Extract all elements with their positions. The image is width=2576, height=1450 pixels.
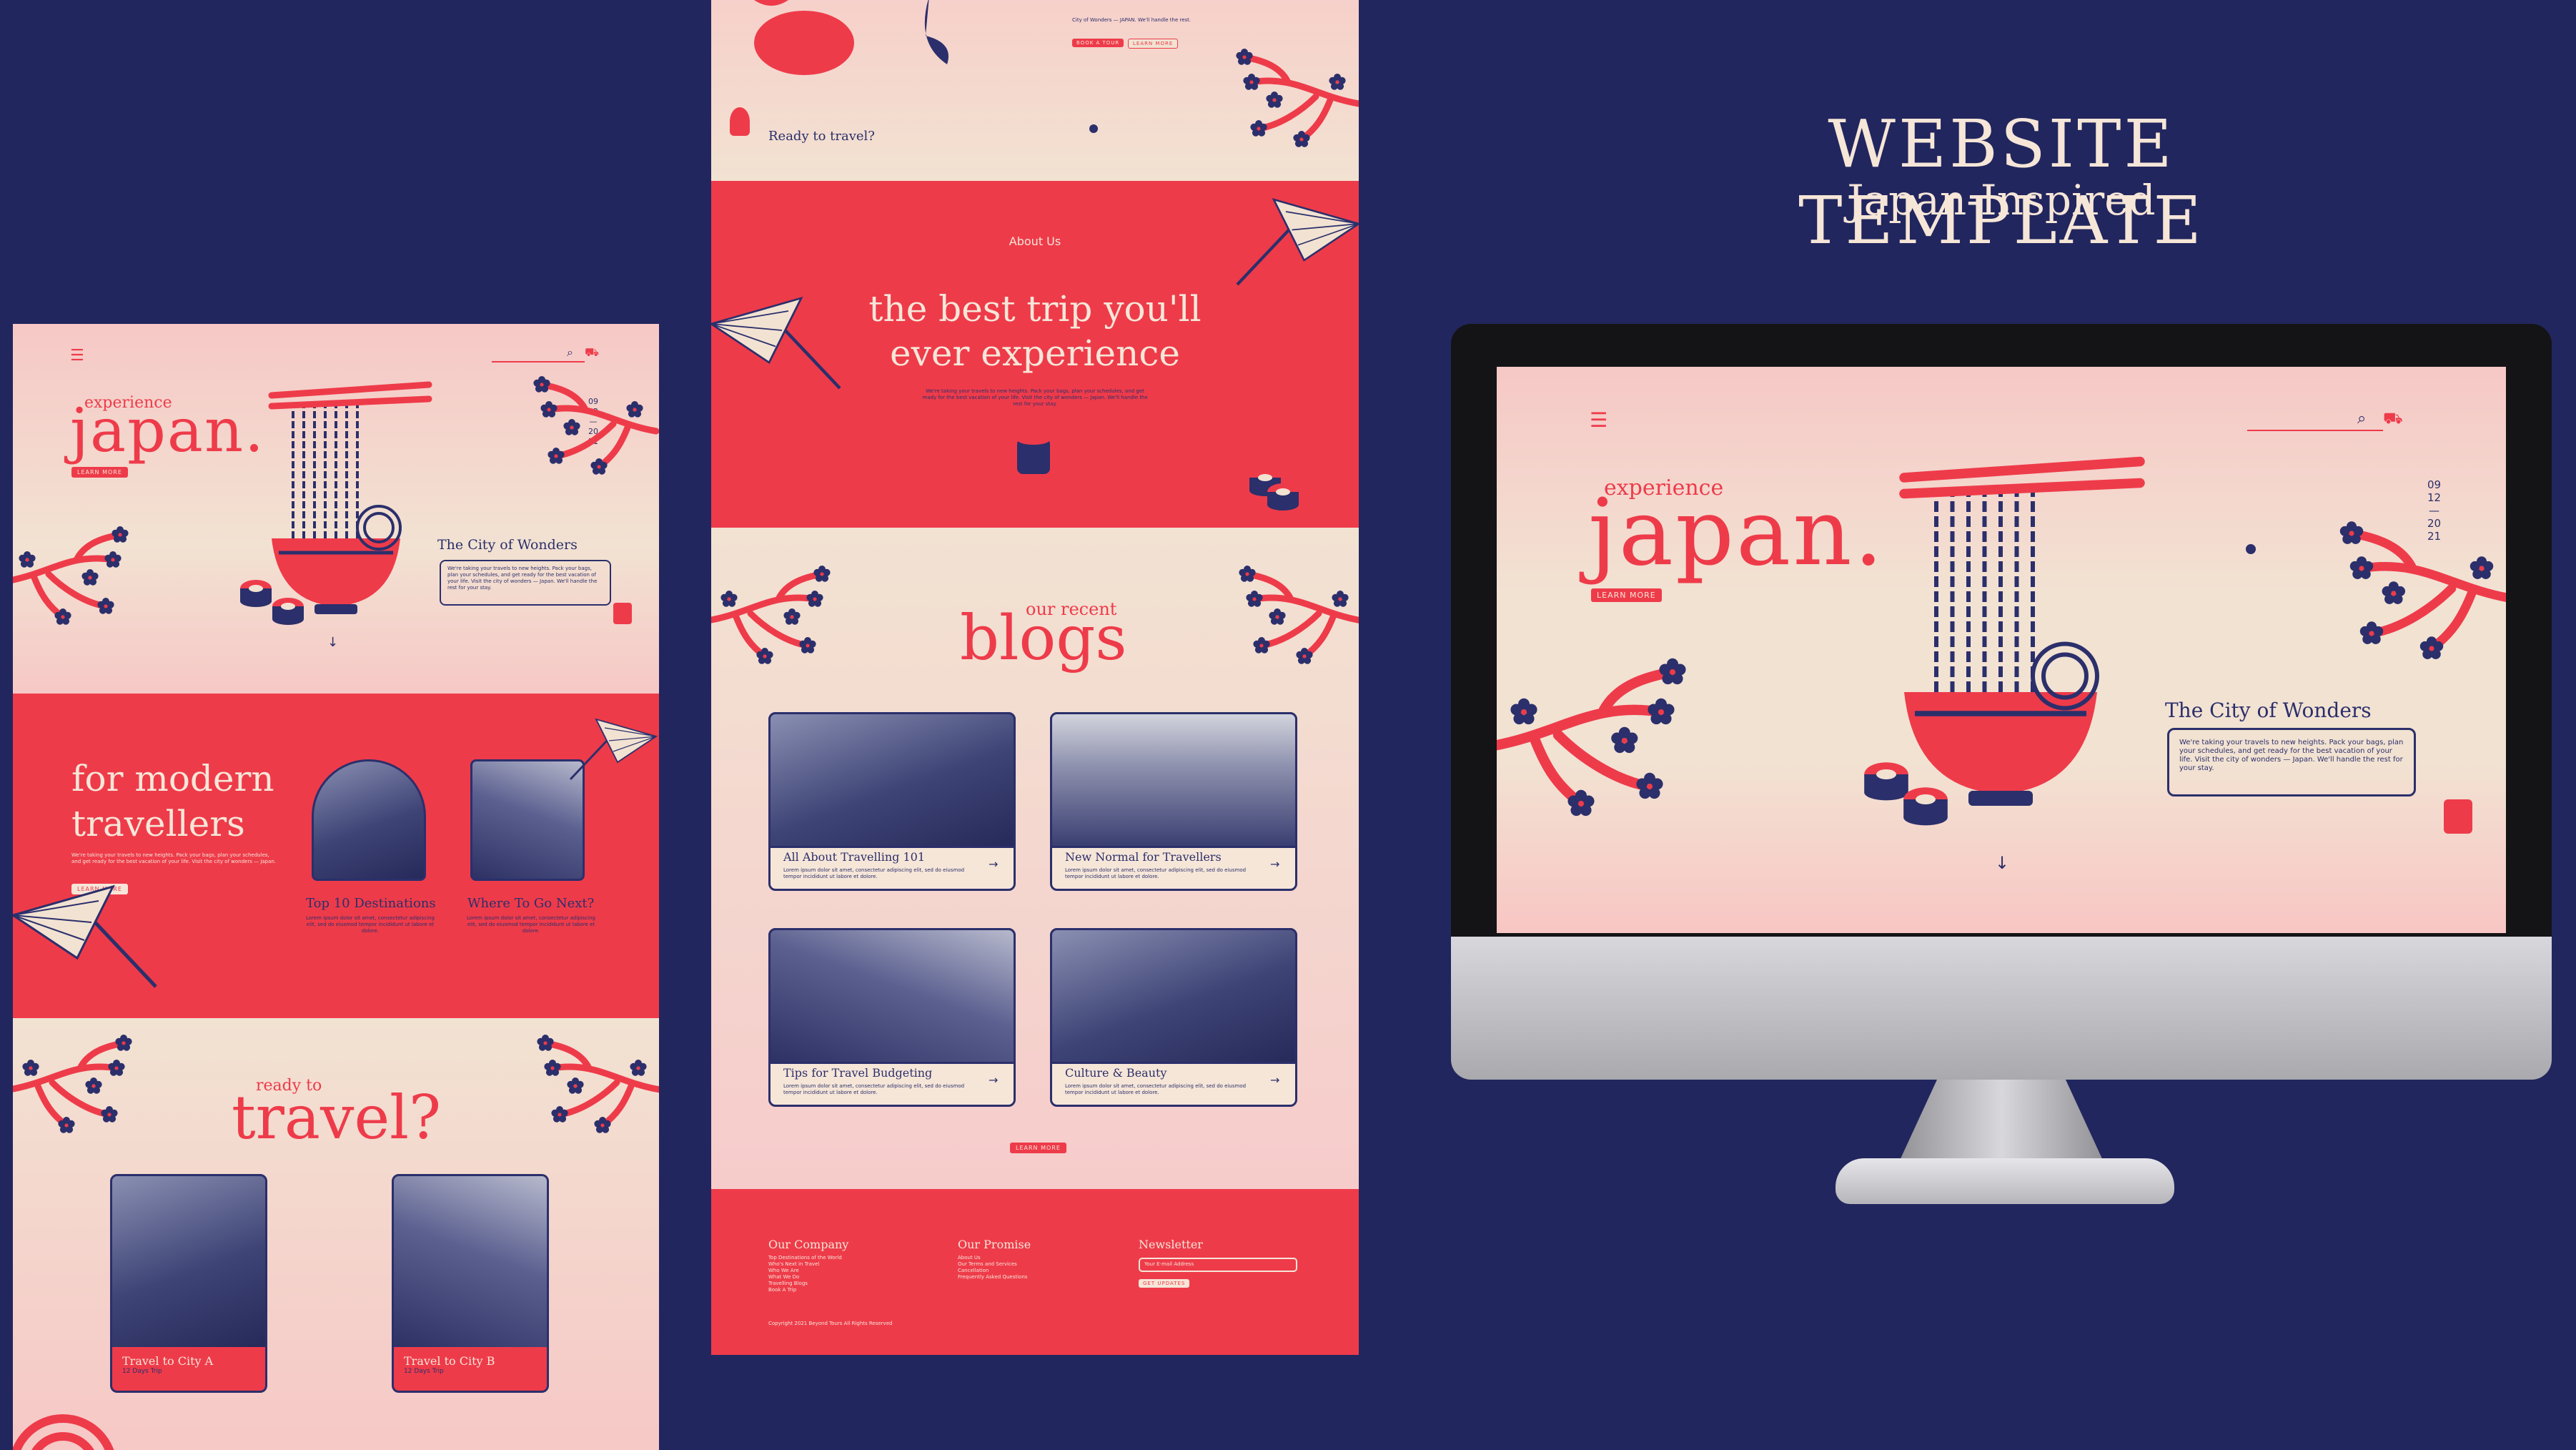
city-b-title: Travel to City B xyxy=(404,1354,495,1368)
blog-photo-4 xyxy=(1050,928,1297,1064)
desktop-page-preview: City of Wonders — JAPAN. We'll handle th… xyxy=(711,0,1359,1355)
footer-col2-title: Our Promise xyxy=(958,1238,1031,1251)
blog-arrow-3[interactable]: → xyxy=(989,1073,998,1087)
newsletter-title: Newsletter xyxy=(1139,1238,1203,1251)
blog-text-2: Lorem ipsum dolor sit amet, consectetur … xyxy=(1065,867,1247,879)
blog-arrow-2[interactable]: → xyxy=(1270,857,1279,871)
newsletter-email-input[interactable]: Your E-mail Address xyxy=(1139,1258,1297,1272)
blog-title-2: New Normal for Travellers xyxy=(1065,850,1222,864)
footer-link[interactable]: Book A Trip xyxy=(768,1287,842,1293)
hero-illustration xyxy=(1497,367,2506,834)
subscribe-button[interactable]: GET UPDATES xyxy=(1139,1279,1190,1288)
top-small-text: City of Wonders — JAPAN. We'll handle th… xyxy=(1072,17,1192,23)
city-a-sub: 12 Days Trip xyxy=(122,1368,162,1375)
blog-photo-2 xyxy=(1050,712,1297,848)
umbrella-decoration xyxy=(13,718,658,1018)
wave-decoration xyxy=(13,1414,114,1450)
blog-card-3[interactable]: Tips for Travel Budgeting Lorem ipsum do… xyxy=(768,928,1016,1107)
footer: Our Company Top Destinations of the Worl… xyxy=(711,1189,1359,1355)
ready-title: travel? xyxy=(232,1082,442,1153)
monitor-chin xyxy=(1451,937,2552,1080)
blog-title-4: Culture & Beauty xyxy=(1065,1066,1167,1080)
blogs-title: blogs xyxy=(960,603,1127,674)
footer-link[interactable]: Who We Are xyxy=(768,1268,842,1274)
monitor-stand-base xyxy=(1836,1158,2174,1204)
blog-text-1: Lorem ipsum dolor sit amet, consectetur … xyxy=(783,867,965,879)
koi-and-branch-illustration xyxy=(754,0,1359,181)
city-a-title: Travel to City A xyxy=(122,1354,214,1368)
ready-to-travel-label: Ready to travel? xyxy=(768,129,875,144)
city-a-card[interactable]: Travel to City A 12 Days Trip xyxy=(110,1347,267,1393)
top-section: City of Wonders — JAPAN. We'll handle th… xyxy=(711,0,1359,181)
monitor-mockup: ☰ ⌕ ⛟ experience japan. LEARN MORE 09 12… xyxy=(1451,324,2552,1080)
monitor-screen: ☰ ⌕ ⛟ experience japan. LEARN MORE 09 12… xyxy=(1497,367,2506,933)
city-b-sub: 12 Days Trip xyxy=(404,1368,444,1375)
copyright-text: Copyright 2021 Beyond Tours All Rights R… xyxy=(768,1321,893,1326)
footer-link[interactable]: Top Destinations of the World xyxy=(768,1255,842,1261)
book-tour-button[interactable]: BOOK A TOUR xyxy=(1072,39,1124,47)
lucky-cat-icon xyxy=(730,107,750,136)
mobile-page-preview: ☰ ⌕ ⛟ experience japan. LEARN MORE 09 12… xyxy=(13,324,659,1450)
blog-photo-3 xyxy=(768,928,1016,1064)
ready-to-travel-section: ready to travel? Travel to City A 12 Day… xyxy=(13,1018,659,1450)
blog-title-1: All About Travelling 101 xyxy=(783,850,926,864)
footer-link[interactable]: About Us xyxy=(958,1255,1027,1261)
blog-photo-1 xyxy=(768,712,1016,848)
footer-link[interactable]: Frequently Asked Questions xyxy=(958,1274,1027,1281)
blog-title-3: Tips for Travel Budgeting xyxy=(783,1066,933,1080)
footer-link[interactable]: What We Do xyxy=(768,1274,842,1281)
template-subtitle: Japan-Inspired xyxy=(1847,176,2156,225)
scroll-down-arrow[interactable]: ↓ xyxy=(327,635,338,650)
about-us-section: About Us the best trip you'll ever exper… xyxy=(711,181,1359,528)
city-of-wonders-title: The City of Wonders xyxy=(437,537,578,553)
modern-travellers-section: for modern travellers We're taking your … xyxy=(13,694,659,1018)
footer-link[interactable]: Travelling Blogs xyxy=(768,1281,842,1287)
blog-card-1[interactable]: All About Travelling 101 Lorem ipsum dol… xyxy=(768,712,1016,891)
blogs-learn-more-button[interactable]: LEARN MORE xyxy=(1010,1143,1066,1153)
footer-link[interactable]: Cancellation xyxy=(958,1268,1027,1274)
blog-text-4: Lorem ipsum dolor sit amet, consectetur … xyxy=(1065,1083,1247,1095)
scroll-down-arrow[interactable]: ↓ xyxy=(1995,853,2009,873)
about-illustration xyxy=(711,181,1359,511)
blog-text-3: Lorem ipsum dolor sit amet, consectetur … xyxy=(783,1083,965,1095)
top-learn-more-button[interactable]: LEARN MORE xyxy=(1128,39,1179,49)
blogs-section: our recent blogs All About Travelling 10… xyxy=(711,528,1359,1189)
blog-arrow-4[interactable]: → xyxy=(1270,1073,1279,1087)
footer-col1-title: Our Company xyxy=(768,1238,849,1251)
hero-section: ☰ ⌕ ⛟ experience japan. LEARN MORE 09 12… xyxy=(13,324,659,694)
city-of-wonders-title: The City of Wonders xyxy=(2165,699,2372,722)
city-of-wonders-text: We're taking your travels to new heights… xyxy=(2167,728,2416,796)
blog-card-2[interactable]: New Normal for Travellers Lorem ipsum do… xyxy=(1050,712,1297,891)
blog-arrow-1[interactable]: → xyxy=(989,857,998,871)
city-of-wonders-text: We're taking your travels to new heights… xyxy=(440,560,611,606)
city-b-card[interactable]: Travel to City B 12 Days Trip xyxy=(392,1347,549,1393)
footer-link[interactable]: Our Terms and Services xyxy=(958,1261,1027,1268)
city-a-photo[interactable] xyxy=(110,1174,267,1349)
blog-card-4[interactable]: Culture & Beauty Lorem ipsum dolor sit a… xyxy=(1050,928,1297,1107)
footer-link[interactable]: Who's Next in Travel xyxy=(768,1261,842,1268)
city-b-photo[interactable] xyxy=(392,1174,549,1349)
